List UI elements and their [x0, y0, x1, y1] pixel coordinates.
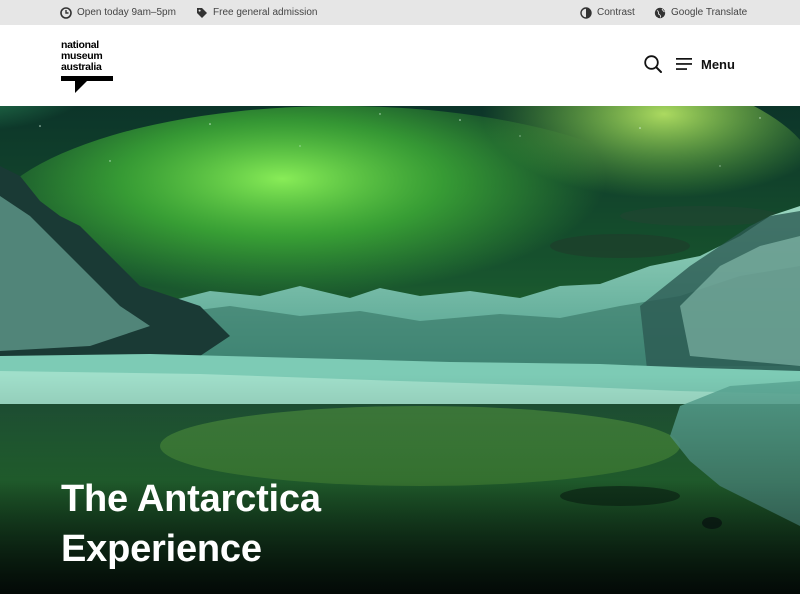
logo-speech-mark-icon [61, 76, 113, 93]
menu-button[interactable]: Menu [676, 54, 735, 74]
utility-bar: Open today 9am–5pm Free general admissio… [0, 0, 800, 25]
site-header: national museum australia Menu [0, 25, 800, 106]
admission-info: Free general admission [196, 0, 318, 25]
hero-title-line-1: The Antarctica [61, 478, 321, 520]
hero-title: The Antarctica Experience [61, 474, 481, 574]
opening-hours-label: Open today 9am–5pm [77, 7, 176, 18]
contrast-toggle[interactable]: Contrast [580, 0, 635, 25]
clock-icon [60, 6, 72, 19]
contrast-label: Contrast [597, 7, 635, 18]
menu-label: Menu [701, 56, 735, 72]
hero-title-line-2: Experience [61, 528, 262, 570]
logo-wordmark: national museum australia [61, 40, 121, 73]
search-button[interactable] [643, 54, 663, 74]
hero-banner: The Antarctica Experience [0, 106, 800, 594]
admission-label: Free general admission [213, 7, 318, 18]
logo-line-3: australia [61, 61, 102, 73]
hamburger-icon [676, 58, 692, 70]
nma-logo[interactable]: national museum australia [61, 40, 121, 96]
search-icon [644, 55, 662, 73]
google-translate-link[interactable]: Google Translate [654, 0, 747, 25]
contrast-icon [580, 6, 592, 19]
google-translate-label: Google Translate [671, 7, 748, 18]
opening-hours: Open today 9am–5pm [60, 0, 176, 25]
tag-icon [197, 7, 207, 18]
globe-icon [654, 7, 666, 18]
